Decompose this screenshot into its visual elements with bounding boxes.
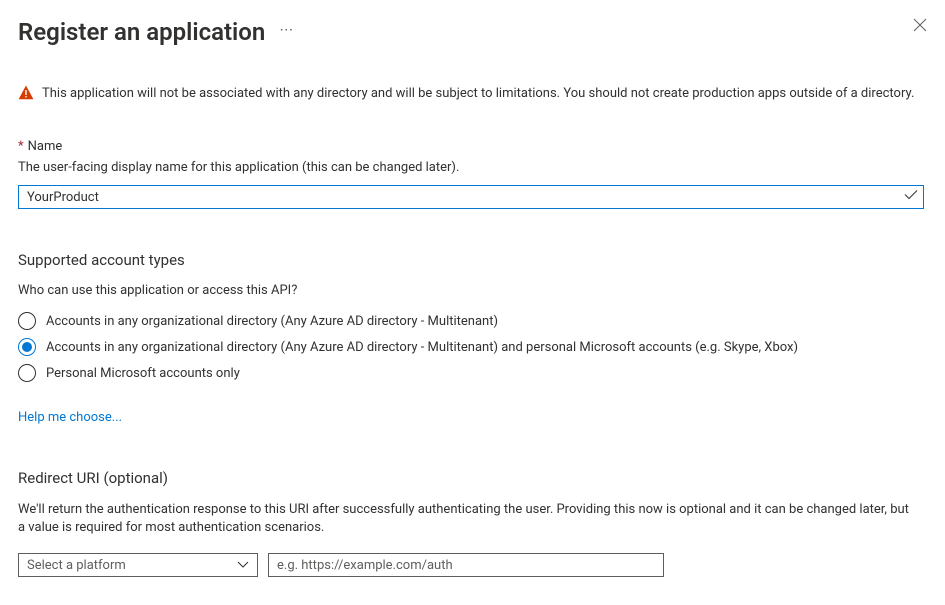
radio-button[interactable]: [18, 338, 36, 356]
warning-banner: This application will not be associated …: [18, 84, 927, 105]
more-actions-icon[interactable]: ⋯: [279, 22, 293, 38]
name-label: *Name: [18, 139, 927, 154]
redirect-description: We'll return the authentication response…: [18, 501, 918, 537]
platform-select[interactable]: Select a platform: [18, 553, 258, 577]
radio-label: Accounts in any organizational directory…: [46, 314, 498, 329]
radio-button[interactable]: [18, 364, 36, 382]
account-types-subheading: Who can use this application or access t…: [18, 283, 927, 298]
warning-text: This application will not be associated …: [42, 84, 914, 103]
radio-option-org-multitenant[interactable]: Accounts in any organizational directory…: [18, 312, 927, 330]
name-hint: The user-facing display name for this ap…: [18, 160, 927, 175]
chevron-down-icon: [237, 558, 249, 573]
radio-button[interactable]: [18, 312, 36, 330]
radio-option-personal-only[interactable]: Personal Microsoft accounts only: [18, 364, 927, 382]
radio-label: Personal Microsoft accounts only: [46, 366, 240, 381]
platform-select-value: Select a platform: [27, 558, 126, 573]
check-icon: [904, 190, 918, 205]
redirect-heading: Redirect URI (optional): [18, 469, 927, 487]
required-indicator: *: [18, 139, 24, 154]
page-title: Register an application: [18, 18, 265, 46]
close-button[interactable]: [913, 18, 927, 36]
close-icon: [913, 18, 927, 32]
warning-icon: [18, 85, 34, 105]
radio-option-org-and-personal[interactable]: Accounts in any organizational directory…: [18, 338, 927, 356]
name-input[interactable]: [18, 185, 924, 209]
account-types-heading: Supported account types: [18, 251, 927, 269]
help-me-choose-link[interactable]: Help me choose...: [18, 410, 122, 425]
redirect-uri-input[interactable]: [268, 553, 664, 577]
radio-label: Accounts in any organizational directory…: [46, 340, 798, 355]
